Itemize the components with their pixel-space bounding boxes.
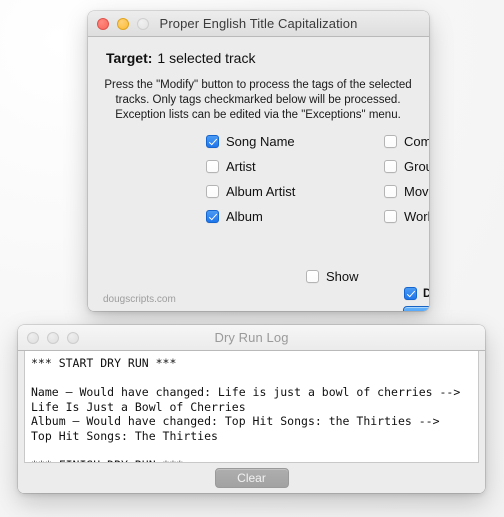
capitalization-titlebar[interactable]: Proper English Title Capitalization [88, 11, 429, 37]
checkbox-album-artist-box[interactable] [206, 185, 219, 198]
log-minimize-button-icon[interactable] [47, 331, 59, 344]
checkbox-work-box[interactable] [384, 210, 397, 223]
checkbox-dry-run[interactable]: Dry run [404, 287, 429, 300]
log-close-button-icon[interactable] [27, 331, 39, 344]
modify-button[interactable]: Modify [403, 306, 429, 311]
checkbox-movement-box[interactable] [384, 185, 397, 198]
instructions-text: Press the "Modify" button to process the… [104, 79, 412, 121]
log-line: *** START DRY RUN *** [31, 356, 177, 370]
log-line: Album — Would have changed: Top Hit Song… [31, 414, 440, 428]
target-value: 1 selected track [157, 50, 256, 66]
tag-checkbox-grid: Song Name Composer Artist Grouping [88, 134, 429, 234]
log-window-title: Dry Run Log [214, 330, 289, 345]
log-window-body: *** START DRY RUN *** Name — Would have … [18, 351, 485, 493]
checkbox-composer-box[interactable] [384, 135, 397, 148]
checkbox-show-label: Show [326, 269, 359, 284]
log-traffic-lights [27, 331, 79, 344]
checkbox-album-artist[interactable]: Album Artist [206, 184, 295, 199]
checkbox-work-label: Work [404, 209, 429, 224]
log-line: Life Is Just a Bowl of Cherries [31, 399, 246, 414]
checkbox-album[interactable]: Album [206, 209, 263, 224]
checkbox-movement-label: Movement [404, 184, 429, 199]
checkbox-song-name-box[interactable] [206, 135, 219, 148]
log-titlebar[interactable]: Dry Run Log [18, 325, 485, 351]
checkbox-artist-box[interactable] [206, 160, 219, 173]
checkbox-album-box[interactable] [206, 210, 219, 223]
checkbox-row: Album Work [88, 209, 429, 234]
target-label: Target: [106, 50, 153, 66]
log-line: Name — Would have changed: Life is just … [31, 385, 461, 399]
checkbox-movement[interactable]: Movement [384, 184, 429, 199]
checkbox-row: Song Name Composer [88, 134, 429, 159]
checkbox-show[interactable]: Show [306, 269, 359, 284]
checkbox-row: Artist Grouping [88, 159, 429, 184]
minimize-button-icon[interactable] [117, 17, 129, 30]
checkbox-grouping[interactable]: Grouping [384, 159, 429, 174]
traffic-lights [97, 17, 149, 30]
footer-credit: dougscripts.com [103, 294, 176, 305]
checkbox-grouping-box[interactable] [384, 160, 397, 173]
checkbox-row: Album Artist Movement [88, 184, 429, 209]
checkbox-composer[interactable]: Composer [384, 134, 429, 149]
checkbox-work[interactable]: Work [384, 209, 429, 224]
checkbox-show-box[interactable] [306, 270, 319, 283]
log-line: Top Hit Songs: The Thirties [31, 428, 218, 443]
checkbox-dry-run-box[interactable] [404, 287, 417, 300]
checkbox-grouping-label: Grouping [404, 159, 429, 174]
close-button-icon[interactable] [97, 17, 109, 30]
checkbox-album-artist-label: Album Artist [226, 184, 296, 199]
dry-run-log-window[interactable]: Dry Run Log *** START DRY RUN *** Name —… [18, 325, 485, 493]
checkbox-composer-label: Composer [404, 134, 429, 149]
zoom-button-icon [137, 17, 149, 30]
log-footer: Clear [18, 463, 485, 493]
target-row: Target: 1 selected track [106, 50, 255, 66]
clear-button[interactable]: Clear [214, 468, 289, 488]
checkbox-dry-run-label: Dry run [423, 287, 429, 300]
checkbox-artist-label: Artist [226, 159, 256, 174]
checkbox-album-label: Album [226, 209, 263, 224]
capitalization-window-body: Target: 1 selected track Press the "Modif… [88, 37, 429, 311]
log-textarea[interactable]: *** START DRY RUN *** Name — Would have … [24, 351, 479, 463]
capitalization-window[interactable]: Proper English Title Capitalization Targ… [88, 11, 429, 311]
log-zoom-button-icon[interactable] [67, 331, 79, 344]
checkbox-song-name-label: Song Name [226, 134, 295, 149]
checkbox-artist[interactable]: Artist [206, 159, 256, 174]
checkbox-song-name[interactable]: Song Name [206, 134, 295, 149]
